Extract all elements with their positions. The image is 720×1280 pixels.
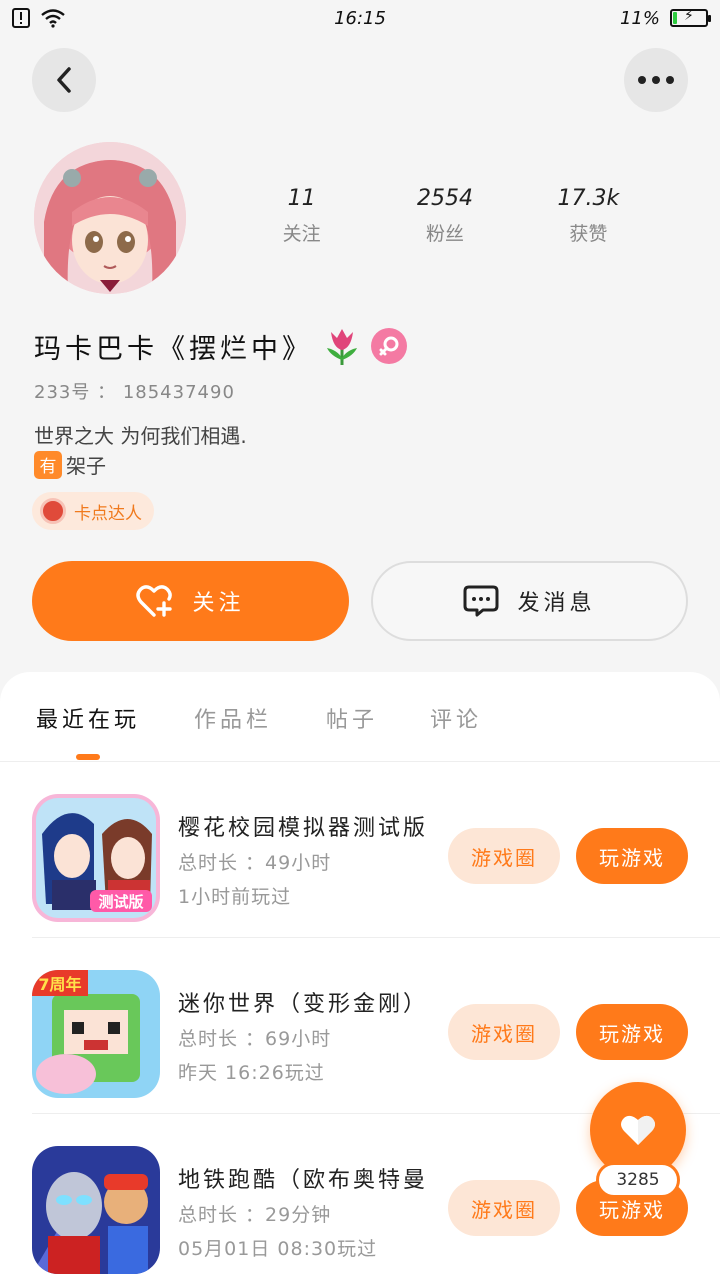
avatar-image <box>34 142 186 294</box>
id-value: 185437490 <box>122 382 235 403</box>
game-row[interactable]: 测试版 樱花校园模拟器测试版 总时长 ：49小时 1小时前玩过 游戏圈 玩游戏 <box>0 762 720 938</box>
message-label: 发消息 <box>517 591 596 616</box>
game-duration: 总时长 ：69小时 <box>178 1028 332 1050</box>
tab-indicator <box>76 754 100 760</box>
bio-line-1: 世界之大 为何我们相遇. <box>34 424 247 448</box>
game-circle-button[interactable]: 游戏圈 <box>448 1004 560 1060</box>
stat-value: 2554 <box>416 186 473 211</box>
nickname: 玛卡巴卡《摆烂中》 <box>34 333 313 365</box>
game-icon-sakura[interactable]: 测试版 <box>32 794 160 922</box>
more-button[interactable] <box>624 48 688 112</box>
stat-label: 获赞 <box>569 223 608 245</box>
game-title: 迷你世界（变形金刚） <box>178 992 428 1017</box>
stat-value: 11 <box>287 186 316 211</box>
battery-icon: ⚡ <box>670 8 711 27</box>
game-last-played: 1小时前玩过 <box>178 886 292 908</box>
battery-level <box>673 12 677 24</box>
tab-bar: 最近在玩 作品栏 帖子 评论 <box>0 672 720 762</box>
status-time: 16:15 <box>334 7 386 29</box>
stat-likes[interactable]: 17.3k 获赞 <box>517 186 660 246</box>
game-title: 樱花校园模拟器测试版 <box>178 816 428 841</box>
id-label: 233号 <box>34 382 91 403</box>
tulip-icon <box>327 329 357 365</box>
tab-recent-play[interactable]: 最近在玩 <box>36 702 140 734</box>
bio-text: 架子 <box>66 454 106 478</box>
avatar[interactable] <box>34 142 186 294</box>
game-icon-mini-world[interactable]: 7周年 <box>32 970 160 1098</box>
game-icon-subway-surfers[interactable] <box>32 1146 160 1274</box>
nickname-row: 玛卡巴卡《摆烂中》 <box>34 326 407 366</box>
id-separator: ： <box>97 382 123 403</box>
message-button[interactable]: 发消息 <box>371 561 688 641</box>
tab-posts[interactable]: 帖子 <box>326 702 378 734</box>
heart-icon <box>621 1115 655 1145</box>
svg-text:测试版: 测试版 <box>98 893 143 911</box>
stat-label: 关注 <box>282 223 321 245</box>
like-count: 3285 <box>596 1162 680 1198</box>
stat-followers[interactable]: 2554 粉丝 <box>373 186 516 246</box>
play-game-button[interactable]: 玩游戏 <box>576 1004 688 1060</box>
follow-button[interactable]: 关注 <box>32 561 349 641</box>
game-last-played: 昨天 16:26玩过 <box>178 1062 325 1084</box>
play-game-button[interactable]: 玩游戏 <box>576 828 688 884</box>
stat-following[interactable]: 11 关注 <box>230 186 373 246</box>
stat-label: 粉丝 <box>425 223 464 245</box>
game-circle-button[interactable]: 游戏圈 <box>448 1180 560 1236</box>
game-circle-button[interactable]: 游戏圈 <box>448 828 560 884</box>
game-last-played: 05月01日 08:30玩过 <box>178 1238 378 1260</box>
back-button[interactable] <box>32 48 96 112</box>
profile-stats: 11 关注 2554 粉丝 17.3k 获赞 <box>230 186 660 246</box>
chat-bubble-icon <box>463 585 499 617</box>
game-title: 地铁跑酷（欧布奥特曼） <box>178 1168 428 1193</box>
heart-plus-icon <box>136 585 173 617</box>
badge-label: 卡点达人 <box>74 503 142 524</box>
follow-label: 关注 <box>192 591 245 616</box>
tab-works[interactable]: 作品栏 <box>194 702 272 734</box>
more-dots-icon <box>638 76 674 84</box>
chevron-left-icon <box>57 67 71 93</box>
achievement-badge[interactable]: 卡点达人 <box>32 492 154 530</box>
svg-text:7周年: 7周年 <box>38 975 81 994</box>
user-id: 233号 ： 185437490 <box>34 378 235 404</box>
game-duration: 总时长 ：29分钟 <box>178 1204 332 1226</box>
bio-tag: 有 <box>34 450 62 479</box>
tab-comments[interactable]: 评论 <box>430 702 482 734</box>
stat-value: 17.3k <box>557 186 620 211</box>
female-icon <box>371 328 407 364</box>
game-row[interactable]: 7周年 迷你世界（变形金刚） 总时长 ：69小时 昨天 16:26玩过 游戏圈 … <box>0 938 720 1114</box>
bio-line-2: 有 架子 <box>34 450 106 479</box>
status-bar: 16:15 11% ⚡ <box>0 0 720 36</box>
game-duration: 总时长 ：49小时 <box>178 852 332 874</box>
charging-icon: ⚡ <box>684 8 694 24</box>
badge-icon <box>40 498 66 524</box>
